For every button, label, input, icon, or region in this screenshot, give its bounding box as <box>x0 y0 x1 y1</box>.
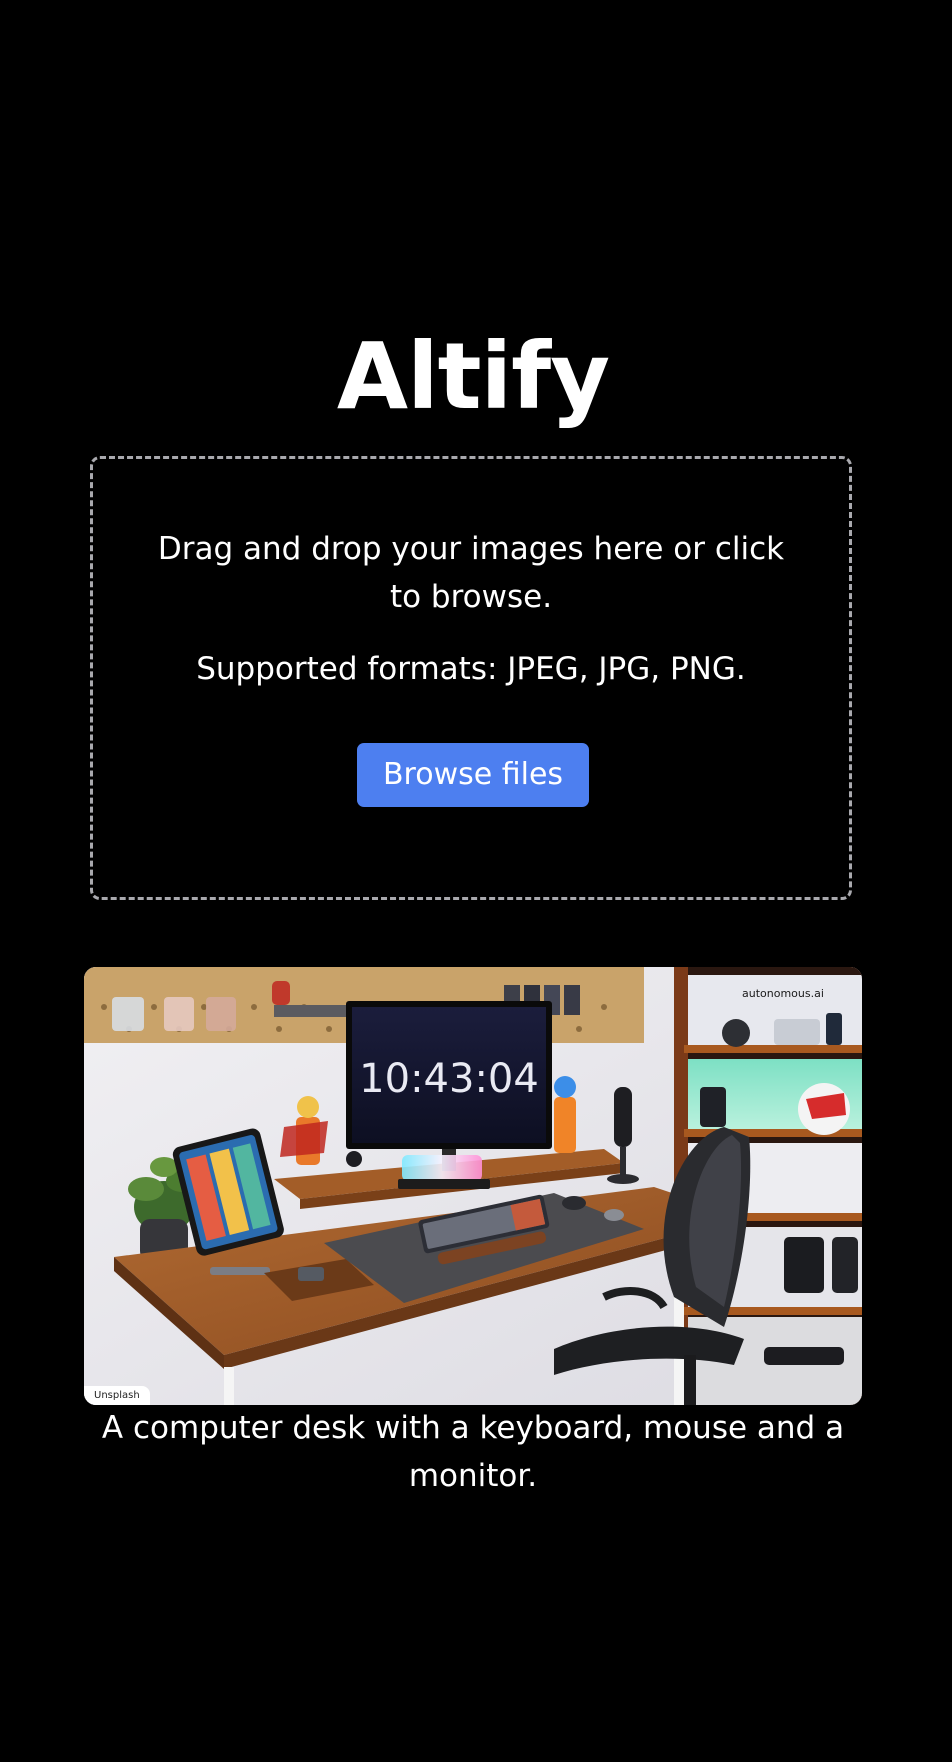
upload-dropzone[interactable]: Drag and drop your images here or click … <box>90 456 852 900</box>
desk-setup-photo: autonomous.ai 10:43:04 <box>84 967 862 1405</box>
app-title: Altify <box>336 323 610 430</box>
monitor-clock-text: 10:43:04 <box>359 1056 539 1102</box>
dropzone-instructions: Drag and drop your images here or click … <box>157 531 785 615</box>
supported-formats-text: Supported formats: JPEG, JPG, PNG. <box>196 651 746 687</box>
image-credit-badge: Unsplash <box>84 1386 150 1405</box>
browse-files-button[interactable]: Browse files <box>357 743 589 807</box>
image-caption: A computer desk with a keyboard, mouse a… <box>101 1410 845 1494</box>
brand-text: autonomous.ai <box>742 987 824 1000</box>
uploaded-image-preview: autonomous.ai 10:43:04 Unsplash <box>84 967 862 1405</box>
